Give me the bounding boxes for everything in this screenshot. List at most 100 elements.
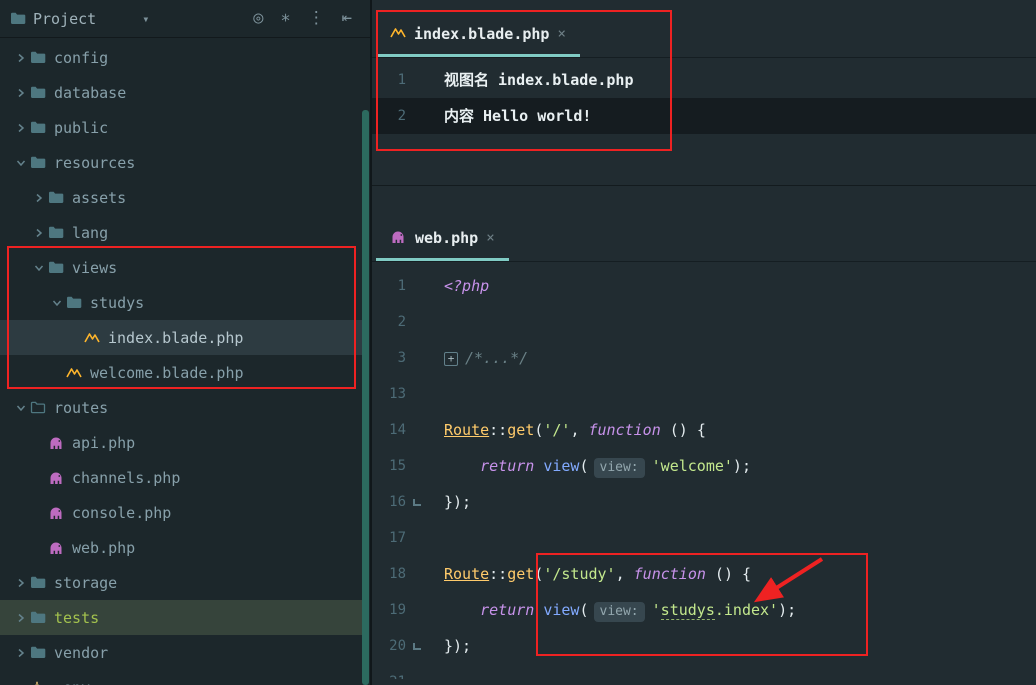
editor-top-tabbar: index.blade.php × — [372, 0, 1036, 58]
tab-index-blade-php[interactable]: index.blade.php × — [376, 13, 580, 57]
code-token: /*...*/ — [465, 349, 529, 367]
tree-item-index-blade-php[interactable]: index.blade.php — [0, 320, 362, 355]
project-tree-scrollbar[interactable] — [362, 110, 369, 685]
code-line-18[interactable]: 18 Route::get('/study', function () { — [372, 556, 1036, 592]
tree-item-console-php[interactable]: console.php — [0, 495, 362, 530]
code-line-2[interactable]: 2 内容 Hello world! — [372, 98, 1036, 134]
chevron-collapsed-icon[interactable] — [12, 578, 30, 588]
tree-item-lang[interactable]: lang — [0, 215, 362, 250]
close-icon[interactable]: × — [557, 26, 565, 42]
code-token: 内容 Hello world! — [444, 107, 592, 125]
tree-item-resources[interactable]: resources — [0, 145, 362, 180]
collapse-all-icon[interactable]: ∗ — [281, 10, 291, 27]
chevron-collapsed-icon[interactable] — [12, 648, 30, 658]
fold-column — [406, 664, 428, 679]
tree-item-storage[interactable]: storage — [0, 565, 362, 600]
chevron-collapsed-icon[interactable] — [30, 228, 48, 238]
tree-item-vendor[interactable]: vendor — [0, 635, 362, 670]
code-token: function — [633, 565, 706, 583]
line-number[interactable]: 17 — [372, 520, 406, 556]
code-token: studys — [660, 601, 715, 620]
tree-item-views[interactable]: views — [0, 250, 362, 285]
project-panel-toolbar: ◎ ∗ ⋮ ⇤ — [253, 10, 362, 27]
tree-item-studys[interactable]: studys — [0, 285, 362, 320]
fold-column[interactable] — [406, 340, 428, 376]
code-token: ( — [579, 457, 589, 475]
line-number[interactable]: 13 — [372, 376, 406, 412]
tree-item-welcome-blade-php[interactable]: welcome.blade.php — [0, 355, 362, 390]
line-number[interactable]: 1 — [372, 62, 406, 98]
folder-icon — [48, 261, 70, 274]
folded-region-expand-icon[interactable]: + — [444, 351, 458, 366]
code-token: '/' — [543, 421, 571, 439]
php-icon — [48, 541, 70, 554]
line-number[interactable]: 16 — [372, 484, 406, 520]
tree-item-config[interactable]: config — [0, 40, 362, 75]
folder-icon — [30, 156, 52, 169]
code-token: ' — [651, 601, 661, 619]
project-panel-title[interactable]: Project — [33, 10, 96, 28]
tree-item-api-php[interactable]: api.php — [0, 425, 362, 460]
chevron-collapsed-icon[interactable] — [12, 123, 30, 133]
code-token: get — [507, 565, 535, 583]
tab-web-php[interactable]: web.php × — [376, 217, 509, 261]
line-number[interactable]: 3 — [372, 340, 406, 376]
chevron-expanded-icon[interactable] — [34, 259, 44, 277]
code-line-21[interactable]: 21 — [372, 664, 1036, 679]
tree-item-channels-php[interactable]: channels.php — [0, 460, 362, 495]
tree-item-web-php[interactable]: web.php — [0, 530, 362, 565]
code-line-17[interactable]: 17 — [372, 520, 1036, 556]
fold-column — [406, 62, 428, 98]
line-number[interactable]: 2 — [372, 304, 406, 340]
chevron-expanded-icon[interactable] — [52, 294, 62, 312]
line-number[interactable]: 19 — [372, 592, 406, 628]
chevron-expanded-icon[interactable] — [16, 154, 26, 172]
code-line-15[interactable]: 15 return view(view: 'welcome'); — [372, 448, 1036, 484]
fold-end-marker[interactable] — [406, 628, 428, 664]
code-line-1[interactable]: 1 <?php — [372, 268, 1036, 304]
chevron-collapsed-icon[interactable] — [12, 53, 30, 63]
tree-item-database[interactable]: database — [0, 75, 362, 110]
code-line-13[interactable]: 13 — [372, 376, 1036, 412]
folder-icon — [30, 611, 52, 624]
chevron-collapsed-icon[interactable] — [12, 88, 30, 98]
more-options-icon[interactable]: ⋮ — [308, 10, 325, 27]
code-line-14[interactable]: 14 Route::get('/', function () { — [372, 412, 1036, 448]
tree-item-assets[interactable]: assets — [0, 180, 362, 215]
chevron-expanded-icon[interactable] — [16, 399, 26, 417]
chevron-collapsed-icon[interactable] — [12, 613, 30, 623]
tree-item-tests[interactable]: tests — [0, 600, 362, 635]
line-number[interactable]: 15 — [372, 448, 406, 484]
tree-item-routes[interactable]: routes — [0, 390, 362, 425]
line-number[interactable]: 18 — [372, 556, 406, 592]
line-number[interactable]: 20 — [372, 628, 406, 664]
code-line-3[interactable]: 3 + /*...*/ — [372, 340, 1036, 376]
code-line-2[interactable]: 2 — [372, 304, 1036, 340]
tree-item-env[interactable]: .env — [0, 670, 362, 685]
line-number[interactable]: 21 — [372, 664, 406, 679]
tree-item-label: .env — [52, 679, 90, 685]
line-number[interactable]: 1 — [372, 268, 406, 304]
editor-bottom-code: 1 <?php 2 3 + /*...*/13 14 Route::get('/', func… — [372, 262, 1036, 679]
fold-column — [406, 98, 428, 134]
code-token: }); — [444, 637, 472, 655]
code-line-19[interactable]: 19 return view(view: 'studys.index'); — [372, 592, 1036, 628]
line-number[interactable]: 14 — [372, 412, 406, 448]
locate-icon[interactable]: ◎ — [253, 10, 263, 27]
code-token: view — [543, 457, 580, 475]
code-line-content: return view(view: 'welcome'); — [428, 448, 751, 484]
code-line-16[interactable]: 16}); — [372, 484, 1036, 520]
code-token: <?php — [444, 277, 490, 295]
chevron-down-icon[interactable]: ▾ — [142, 12, 149, 26]
close-icon[interactable]: × — [486, 230, 494, 246]
fold-end-marker[interactable] — [406, 484, 428, 520]
tree-item-label: channels.php — [72, 468, 181, 487]
code-line-1[interactable]: 1 视图名 index.blade.php — [372, 62, 1036, 98]
line-number[interactable]: 2 — [372, 98, 406, 134]
hide-panel-icon[interactable]: ⇤ — [342, 10, 352, 27]
project-panel: Project ▾ ◎ ∗ ⋮ ⇤ config database public resou… — [0, 0, 370, 685]
chevron-collapsed-icon[interactable] — [30, 193, 48, 203]
tree-item-public[interactable]: public — [0, 110, 362, 145]
code-line-20[interactable]: 20}); — [372, 628, 1036, 664]
